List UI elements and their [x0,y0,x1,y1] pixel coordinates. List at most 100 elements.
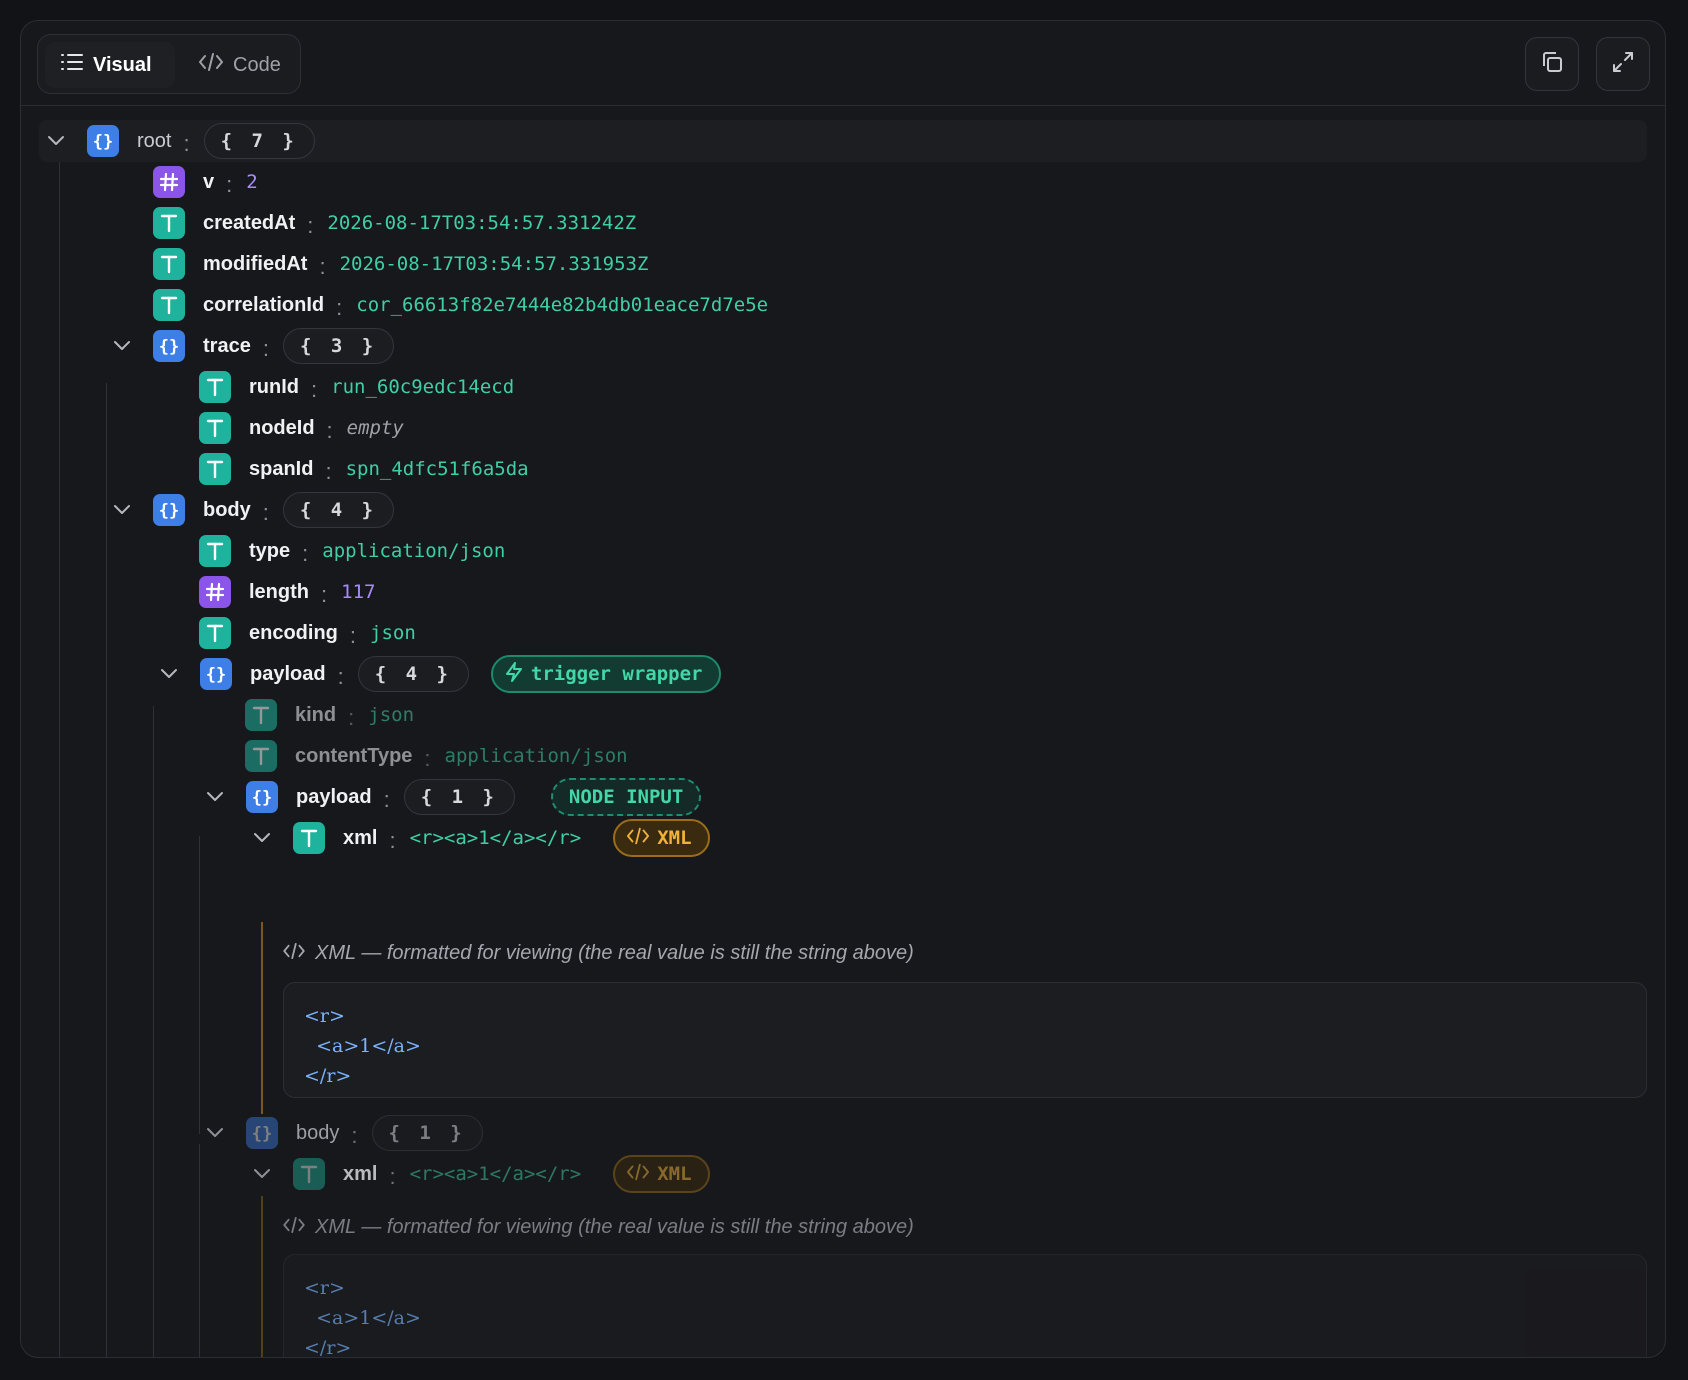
node-value: application/json [444,745,628,767]
colon-separator: : [262,500,269,525]
tree-node-root[interactable]: {} root : { 7 } [47,123,315,159]
node-key: v [203,170,215,193]
object-type-icon: {} [153,330,185,362]
tree-node-correlationId[interactable]: correlationId : cor_66613f82e7444e82b4db… [153,287,768,323]
tree-node-nodeId[interactable]: nodeId : empty [199,410,404,446]
node-value: <r><a>1</a></r> [409,827,582,849]
chevron-down-icon[interactable] [113,328,147,364]
node-value: 2 [246,171,258,193]
tree-node-inner-payload[interactable]: {} payload : { 1 } NODE INPUT [206,778,702,816]
chevron-down-icon[interactable] [206,779,240,815]
code-icon [283,1216,305,1239]
xml-note-text: XML — formatted for viewing (the real va… [315,1216,914,1238]
tree-node-runId[interactable]: runId : run_60c9edc14ecd [199,369,514,405]
node-key: spanId [249,457,314,480]
tree-node-body-xml[interactable]: xml : <r><a>1</a></r> XML [253,1155,710,1193]
xml-format-note: XML — formatted for viewing (the real va… [283,942,914,965]
tree-node-trace[interactable]: {} trace : { 3 } [113,328,395,364]
child-count-badge: { 4 } [357,656,469,692]
xml-formatted-block: <r> <a>1</a> </r> [283,982,1647,1098]
json-tree: {} root : { 7 } v : 2 createdAt : 2026-0… [21,106,1665,1357]
string-type-icon [153,207,185,239]
code-icon [283,942,305,965]
tree-node-payload[interactable]: {} payload : { 4 } trigger wrapper [160,655,721,693]
node-value: application/json [322,540,506,562]
tree-node-encoding[interactable]: encoding : json [199,615,416,651]
tree-node-createdAt[interactable]: createdAt : 2026-08-17T03:54:57.331242Z [153,205,636,241]
chevron-down-icon[interactable] [113,492,147,528]
string-type-icon [293,1158,325,1190]
expand-button[interactable] [1596,37,1650,91]
node-value: 2026-08-17T03:54:57.331953Z [339,253,649,275]
chevron-down-icon[interactable] [206,1115,240,1151]
tree-node-contentType[interactable]: contentType : application/json [245,738,628,774]
node-key: kind [295,703,337,726]
tree-node-xml[interactable]: xml : <r><a>1</a></r> XML [253,819,710,857]
lightning-icon [505,661,523,687]
indent-guide [153,706,154,1357]
node-value: 2026-08-17T03:54:57.331242Z [327,212,637,234]
string-type-icon [245,740,277,772]
xml-code-line: </r> [304,1065,352,1087]
copy-button[interactable] [1525,37,1579,91]
visual-tab[interactable]: Visual [45,42,175,88]
code-icon [627,827,650,850]
indent-guide [106,383,107,1357]
string-type-icon [153,248,185,280]
node-key: type [249,539,291,562]
node-key: runId [249,375,299,398]
colon-separator: : [389,828,396,853]
colon-separator: : [307,213,314,238]
svg-text:{}: {} [252,1124,272,1143]
child-count-badge: { 1 } [403,779,515,815]
xml-badge-label: XML [657,827,692,849]
node-key: trace [203,334,251,357]
node-value-empty: empty [346,417,404,439]
xml-code-line: <r> [304,1277,345,1299]
node-value: json [370,622,416,644]
json-viewer-panel: Visual Code {} root: {7} v: 2 create… [20,20,1666,1358]
xml-format-badge[interactable]: XML [613,819,710,857]
node-key: root [137,129,172,152]
tree-node-modifiedAt[interactable]: modifiedAt : 2026-08-17T03:54:57.331953Z [153,246,648,282]
tree-node-spanId[interactable]: spanId : spn_4dfc51f6a5da [199,451,529,487]
tree-node-type[interactable]: type : application/json [199,533,505,569]
tree-node-body[interactable]: {} body : { 4 } [113,492,395,528]
child-count-badge: { 3 } [282,328,395,364]
node-key: createdAt [203,211,296,234]
object-type-icon: {} [153,494,185,526]
colon-separator: : [348,705,355,730]
xml-badge-label: XML [657,1163,692,1185]
chevron-down-icon[interactable] [253,820,287,856]
node-key: modifiedAt [203,252,308,275]
node-value: cor_66613f82e7444e82b4db01eace7d7e5e [356,294,769,316]
node-key: payload [296,785,372,808]
chevron-down-icon[interactable] [47,123,81,159]
code-tab[interactable]: Code [183,42,295,88]
tree-node-length[interactable]: length : 117 [199,574,375,610]
tree-node-v[interactable]: v : 2 [153,164,258,200]
tree-node-kind[interactable]: kind : json [245,697,414,733]
expand-icon [1611,50,1635,79]
xml-format-note: XML — formatted for viewing (the real va… [283,1216,914,1239]
view-mode-toggle: Visual Code [37,34,301,94]
object-type-icon: {} [200,658,232,690]
xml-format-badge[interactable]: XML [613,1155,710,1193]
node-value: 117 [341,581,376,603]
object-type-icon: {} [87,125,119,157]
colon-separator: : [302,541,309,566]
xml-formatted-block: <r> <a>1</a> </r> [283,1254,1647,1357]
node-key: correlationId [203,293,325,316]
node-key: length [249,580,309,603]
child-count-badge: { 7 } [203,123,315,159]
node-value: json [368,704,415,726]
chevron-down-icon[interactable] [160,656,194,692]
tree-node-inner-body[interactable]: {} body : { 1 } [206,1115,483,1151]
code-icon [199,53,223,77]
chevron-down-icon[interactable] [253,1156,287,1192]
colon-separator: : [336,295,343,320]
svg-text:{}: {} [159,337,179,356]
colon-separator: : [349,623,357,648]
colon-separator: : [321,582,328,607]
colon-separator: : [226,172,233,197]
